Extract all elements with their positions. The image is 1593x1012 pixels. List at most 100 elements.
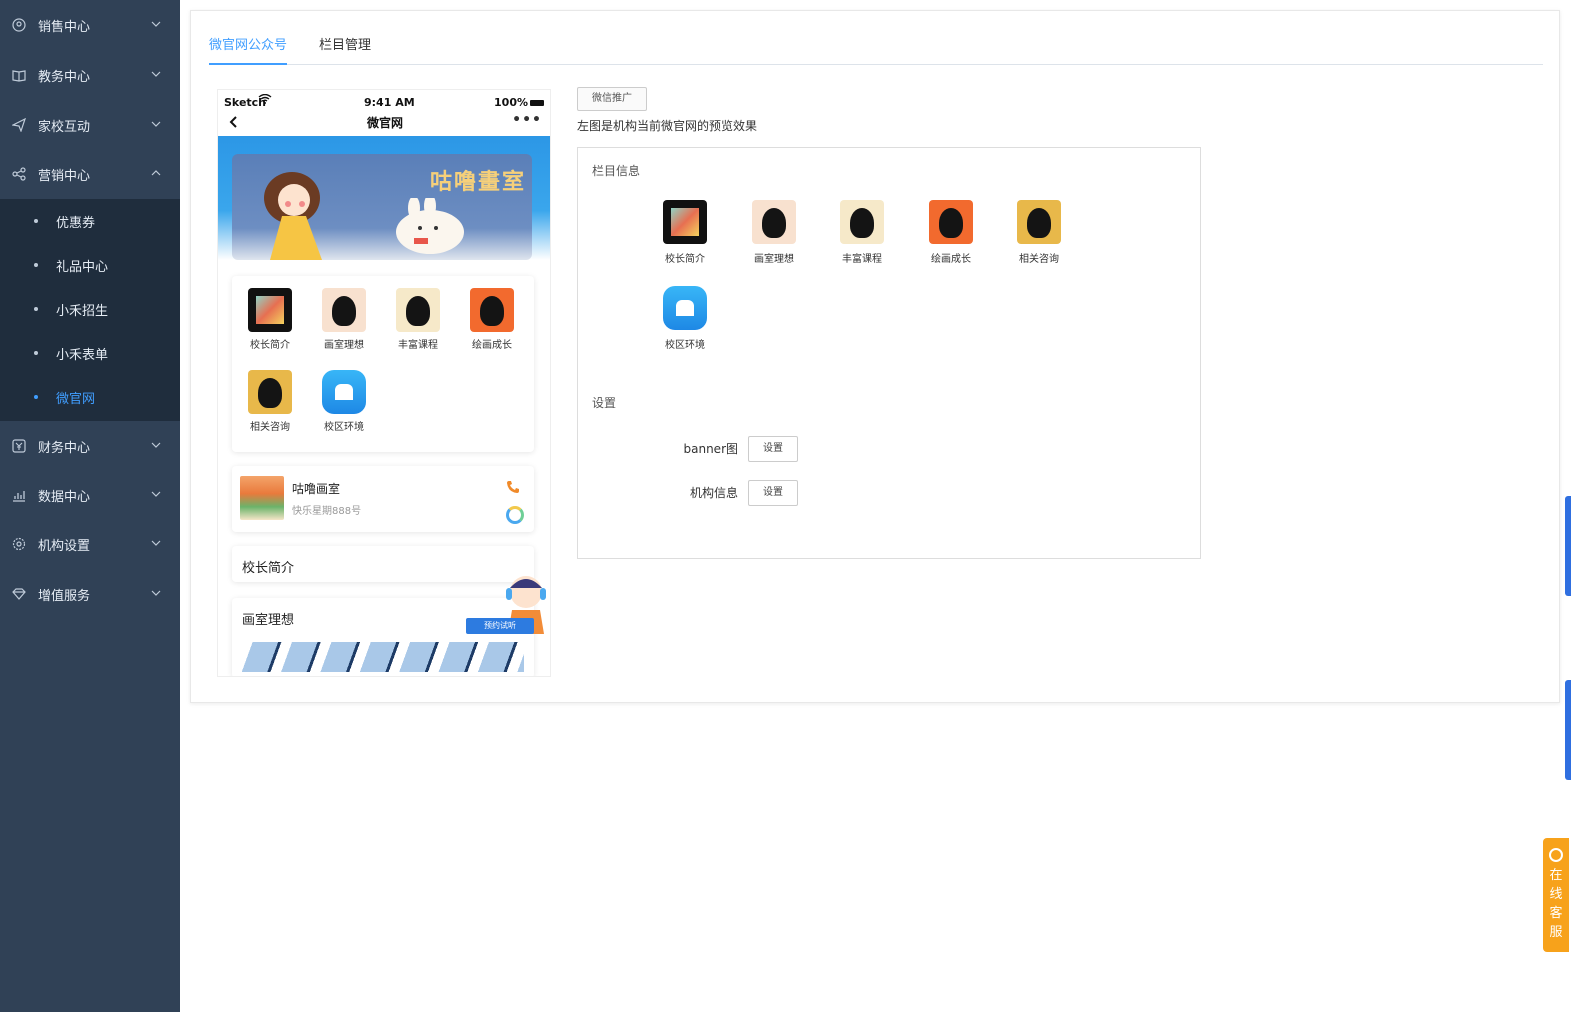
setting-label: 机构信息	[689, 486, 738, 500]
main-content: 微官网公众号 栏目管理 Sketch 9:41 AM 100% 微官网 ••• …	[180, 0, 1593, 1012]
edge-tab[interactable]	[1565, 680, 1571, 780]
menu-label: 增值服务	[38, 588, 91, 604]
column-item[interactable]: 校长简介	[650, 200, 720, 265]
menu-sales[interactable]: 销售中心	[0, 0, 180, 50]
column-label: 相关咨询	[1019, 254, 1059, 265]
submenu-item-coupons[interactable]: 优惠券	[0, 199, 180, 243]
edge-tab[interactable]	[1565, 496, 1571, 596]
menu-finance[interactable]: 财务中心	[0, 421, 180, 471]
phone-grid-item[interactable]: 画室理想	[308, 288, 380, 351]
menu-label: 机构设置	[38, 538, 91, 554]
column-info-title: 栏目信息	[592, 164, 641, 178]
org-name: 咕噜画室	[292, 482, 341, 496]
menu-label: 财务中心	[38, 440, 91, 456]
menu-home-school[interactable]: 家校互动	[0, 100, 180, 150]
gear-icon	[12, 537, 26, 551]
org-thumbnail	[240, 476, 284, 520]
wechat-promotion-button[interactable]: 微信推广	[577, 87, 647, 111]
phone-nav-title: 微官网	[366, 116, 403, 130]
share-icon	[12, 167, 26, 181]
marketing-submenu: 优惠券 礼品中心 小禾招生 小禾表单 微官网	[0, 199, 180, 421]
menu-academic[interactable]: 教务中心	[0, 50, 180, 100]
phone-grid-item[interactable]: 校长简介	[234, 288, 306, 351]
org-address: 快乐星期888号	[292, 506, 362, 517]
preview-description: 左图是机构当前微官网的预览效果	[577, 119, 758, 133]
submenu-item-enrollment[interactable]: 小禾招生	[0, 287, 180, 331]
diamond-icon	[12, 587, 26, 601]
battery-icon	[530, 100, 544, 106]
cs-char: 服	[1549, 925, 1563, 940]
trial-booking-button[interactable]: 预约试听	[466, 618, 534, 634]
settings-title: 设置	[592, 396, 617, 410]
column-label: 校长简介	[665, 254, 705, 265]
column-label: 绘画成长	[931, 254, 971, 265]
menu-label: 家校互动	[38, 119, 91, 135]
chevron-down-icon	[150, 68, 162, 80]
submenu-label: 礼品中心	[56, 259, 109, 275]
section-image	[242, 642, 524, 672]
phone-navbar: 微官网 •••	[218, 112, 550, 136]
section-title: 画室理想	[242, 613, 295, 628]
menu-label: 教务中心	[38, 69, 91, 85]
submenu-item-microsite[interactable]: 微官网	[0, 375, 180, 419]
bullet-icon	[34, 307, 38, 311]
phone-grid-item[interactable]: 校区环境	[308, 370, 380, 433]
tab-bar: 微官网公众号 栏目管理	[209, 37, 1543, 65]
submenu-label: 微官网	[56, 391, 96, 407]
section-ideal: 画室理想	[232, 598, 534, 676]
grid-label: 丰富课程	[398, 340, 438, 351]
org-info-card[interactable]: 咕噜画室 快乐星期888号	[232, 466, 534, 532]
phone-column-grid: 校长简介 画室理想 丰富课程 绘画成长 相关咨询 校区环境	[232, 276, 534, 452]
status-time: 9:41 AM	[364, 96, 415, 109]
menu-label: 数据中心	[38, 489, 91, 505]
location-icon[interactable]	[506, 506, 524, 524]
phone-grid-item[interactable]: 丰富课程	[382, 288, 454, 351]
column-item[interactable]: 校区环境	[650, 286, 720, 351]
column-item[interactable]: 丰富课程	[827, 200, 897, 265]
cs-char: 客	[1549, 906, 1563, 921]
submenu-label: 小禾表单	[56, 347, 109, 363]
book-icon	[12, 68, 26, 82]
principal-icon	[663, 200, 707, 244]
submenu-label: 优惠券	[56, 215, 96, 231]
tab-column-management[interactable]: 栏目管理	[319, 37, 371, 65]
column-settings-panel: 栏目信息 校长简介 画室理想 丰富课程 绘画成长 相关咨询 校区环境 设置 ba…	[577, 147, 1201, 559]
tab-wechat-site[interactable]: 微官网公众号	[209, 37, 288, 65]
content-card: 微官网公众号 栏目管理 Sketch 9:41 AM 100% 微官网 ••• …	[190, 10, 1560, 703]
chevron-down-icon	[150, 587, 162, 599]
cs-char: 在	[1549, 868, 1563, 883]
column-item[interactable]: 绘画成长	[916, 200, 986, 265]
column-item[interactable]: 画室理想	[739, 200, 809, 265]
online-customer-service-button[interactable]: 在 线 客 服	[1543, 838, 1569, 952]
bullet-icon	[34, 351, 38, 355]
menu-label: 营销中心	[38, 168, 91, 184]
menu-value-added[interactable]: 增值服务	[0, 569, 180, 619]
phone-call-icon[interactable]	[506, 480, 520, 498]
setting-label: banner图	[683, 442, 739, 456]
cat-icon	[322, 288, 366, 332]
chevron-up-icon	[150, 167, 162, 179]
submenu-item-forms[interactable]: 小禾表单	[0, 331, 180, 375]
menu-data[interactable]: 数据中心	[0, 470, 180, 520]
banner-image: 咕噜畫室	[232, 154, 532, 260]
status-bar: Sketch 9:41 AM 100%	[218, 90, 550, 112]
org-info-settings-button[interactable]: 设置	[748, 480, 798, 506]
chart-icon	[12, 488, 26, 502]
menu-org-settings[interactable]: 机构设置	[0, 519, 180, 569]
more-icon[interactable]: •••	[512, 112, 542, 128]
phone-grid-item[interactable]: 绘画成长	[456, 288, 528, 351]
menu-marketing[interactable]: 营销中心	[0, 149, 180, 199]
cat-icon	[248, 370, 292, 414]
column-label: 丰富课程	[842, 254, 882, 265]
column-item[interactable]: 相关咨询	[1004, 200, 1074, 265]
banner-settings-button[interactable]: 设置	[748, 436, 798, 462]
phone-grid-item[interactable]: 相关咨询	[234, 370, 306, 433]
chevron-down-icon	[150, 18, 162, 30]
cat-icon	[396, 288, 440, 332]
phone-preview: Sketch 9:41 AM 100% 微官网 ••• 咕噜畫室 校长简介 画室…	[217, 89, 551, 677]
submenu-item-gifts[interactable]: 礼品中心	[0, 243, 180, 287]
battery-percent: 100%	[494, 96, 528, 109]
principal-icon	[248, 288, 292, 332]
wifi-icon	[258, 93, 272, 107]
headset-icon	[1549, 848, 1563, 862]
